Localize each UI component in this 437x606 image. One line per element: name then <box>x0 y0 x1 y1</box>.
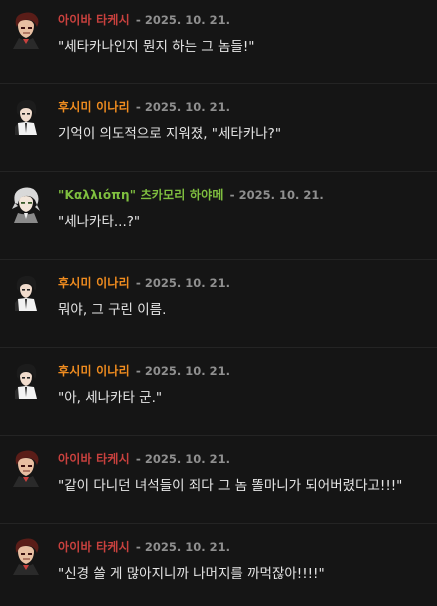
message: 후시미 이나리 -2025. 10. 21. "아, 세나카타 군." <box>0 348 437 436</box>
author-name[interactable]: "Καλλιόπη" 츠카모리 하야메 <box>58 188 224 202</box>
timestamp: 2025. 10. 21. <box>144 452 230 466</box>
message: 아이바 타케시 -2025. 10. 21. "같이 다니던 녀석들이 죄다 그 … <box>0 436 437 524</box>
aiba-avatar-icon[interactable] <box>9 11 43 49</box>
author-name[interactable]: 아이바 타케시 <box>58 452 130 466</box>
message-header: 아이바 타케시 -2025. 10. 21. <box>58 538 230 555</box>
message-header: 아이바 타케시 -2025. 10. 21. <box>58 11 230 28</box>
timestamp: 2025. 10. 21. <box>144 276 230 290</box>
timestamp: 2025. 10. 21. <box>144 540 230 554</box>
separator: - <box>135 276 141 290</box>
author-name[interactable]: 후시미 이나리 <box>58 276 130 290</box>
message: 아이바 타케시 -2025. 10. 21. "세타카나인지 뭔지 하는 그 놈들… <box>0 0 437 84</box>
fushimi-avatar-icon[interactable] <box>9 97 43 135</box>
separator: - <box>135 540 141 554</box>
message-text: 뭐야, 그 구린 이름. <box>58 302 167 318</box>
message-text: "세타카나인지 뭔지 하는 그 놈들!" <box>58 39 255 55</box>
timestamp: 2025. 10. 21. <box>144 13 230 27</box>
message-header: 후시미 이나리 -2025. 10. 21. <box>58 274 230 291</box>
message-text: "신경 쓸 게 많아지니까 나머지를 까먹잖아!!!!" <box>58 566 325 582</box>
message: 후시미 이나리 -2025. 10. 21. 기억이 의도적으로 지워졌, "세타… <box>0 84 437 172</box>
fushimi-avatar-icon[interactable] <box>9 273 43 311</box>
timestamp: 2025. 10. 21. <box>238 188 324 202</box>
separator: - <box>135 100 141 114</box>
message: "Καλλιόπη" 츠카모리 하야메 -2025. 10. 21. "세나카타.… <box>0 172 437 260</box>
message-header: 후시미 이나리 -2025. 10. 21. <box>58 362 230 379</box>
author-name[interactable]: 아이바 타케시 <box>58 540 130 554</box>
separator: - <box>135 13 141 27</box>
kalliope-avatar-icon[interactable] <box>9 185 43 223</box>
timestamp: 2025. 10. 21. <box>144 364 230 378</box>
aiba-avatar-icon[interactable] <box>9 449 43 487</box>
message-header: "Καλλιόπη" 츠카모리 하야메 -2025. 10. 21. <box>58 186 324 203</box>
author-name[interactable]: 후시미 이나리 <box>58 100 130 114</box>
message: 아이바 타케시 -2025. 10. 21. "신경 쓸 게 많아지니까 나머지를… <box>0 524 437 602</box>
message-text: "아, 세나카타 군." <box>58 390 163 406</box>
author-name[interactable]: 후시미 이나리 <box>58 364 130 378</box>
message: 후시미 이나리 -2025. 10. 21. 뭐야, 그 구린 이름. <box>0 260 437 348</box>
message-header: 아이바 타케시 -2025. 10. 21. <box>58 450 230 467</box>
chat-log: 아이바 타케시 -2025. 10. 21. "세타카나인지 뭔지 하는 그 놈들… <box>0 0 437 602</box>
timestamp: 2025. 10. 21. <box>144 100 230 114</box>
separator: - <box>135 452 141 466</box>
aiba-avatar-icon[interactable] <box>9 537 43 575</box>
message-text: 기억이 의도적으로 지워졌, "세타카나?" <box>58 126 282 142</box>
author-name[interactable]: 아이바 타케시 <box>58 13 130 27</box>
separator: - <box>229 188 235 202</box>
message-text: "같이 다니던 녀석들이 죄다 그 놈 똘마니가 되어버렸다고!!!" <box>58 478 403 494</box>
message-text: "세나카타...?" <box>58 214 141 230</box>
fushimi-avatar-icon[interactable] <box>9 361 43 399</box>
message-header: 후시미 이나리 -2025. 10. 21. <box>58 98 230 115</box>
separator: - <box>135 364 141 378</box>
